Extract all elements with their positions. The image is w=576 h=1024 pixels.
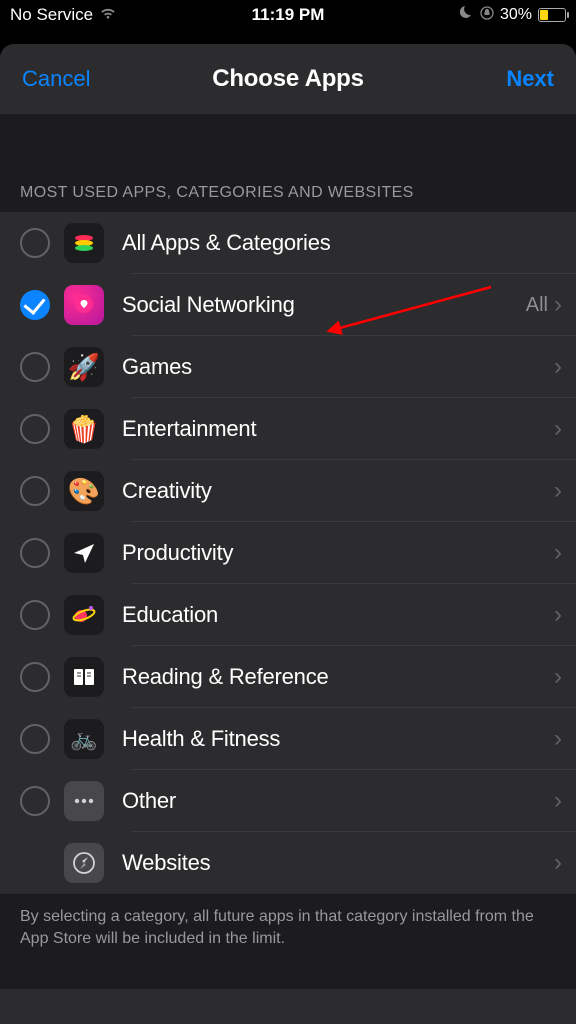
chevron-right-icon: › [554, 415, 562, 443]
section-header: MOST USED APPS, CATEGORIES AND WEBSITES [0, 170, 576, 212]
row-games[interactable]: 🚀 Games › [0, 336, 576, 398]
chevron-right-icon: › [554, 539, 562, 567]
row-productivity[interactable]: Productivity › [0, 522, 576, 584]
social-icon [64, 285, 104, 325]
header-gap [0, 114, 576, 170]
row-label: Productivity [122, 540, 554, 566]
chevron-right-icon: › [554, 787, 562, 815]
chevron-right-icon: › [554, 663, 562, 691]
radio-unchecked[interactable] [20, 538, 50, 568]
radio-unchecked[interactable] [20, 228, 50, 258]
row-label: Other [122, 788, 554, 814]
cancel-button[interactable]: Cancel [22, 66, 90, 92]
rocket-icon: 🚀 [64, 347, 104, 387]
row-all-apps[interactable]: All Apps & Categories [0, 212, 576, 274]
trail-all: All [526, 294, 548, 317]
palette-icon: 🎨 [64, 471, 104, 511]
radio-unchecked[interactable] [20, 600, 50, 630]
compass-icon [64, 843, 104, 883]
radio-unchecked[interactable] [20, 786, 50, 816]
row-label: Creativity [122, 478, 554, 504]
row-health[interactable]: 🚲 Health & Fitness › [0, 708, 576, 770]
row-reading[interactable]: Reading & Reference › [0, 646, 576, 708]
row-entertainment[interactable]: 🍿 Entertainment › [0, 398, 576, 460]
planet-icon [64, 595, 104, 635]
row-label: All Apps & Categories [122, 230, 562, 256]
row-label: Games [122, 354, 554, 380]
ellipsis-icon [64, 781, 104, 821]
footer-note: By selecting a category, all future apps… [0, 894, 576, 989]
radio-unchecked[interactable] [20, 414, 50, 444]
chevron-right-icon: › [554, 849, 562, 877]
row-education[interactable]: Education › [0, 584, 576, 646]
chevron-right-icon: › [554, 725, 562, 753]
radio-unchecked[interactable] [20, 724, 50, 754]
row-label: Social Networking [122, 292, 526, 318]
paperplane-icon [64, 533, 104, 573]
radio-checked[interactable] [20, 290, 50, 320]
popcorn-icon: 🍿 [64, 409, 104, 449]
row-label: Health & Fitness [122, 726, 554, 752]
chevron-right-icon: › [554, 601, 562, 629]
row-label: Reading & Reference [122, 664, 554, 690]
row-other[interactable]: Other › [0, 770, 576, 832]
radio-spacer [20, 848, 50, 878]
row-social-networking[interactable]: Social Networking All › [0, 274, 576, 336]
row-label: Entertainment [122, 416, 554, 442]
bike-icon: 🚲 [64, 719, 104, 759]
radio-unchecked[interactable] [20, 352, 50, 382]
clock: 11:19 PM [0, 5, 576, 25]
chevron-right-icon: › [554, 477, 562, 505]
status-bar: No Service 11:19 PM 30% [0, 0, 576, 30]
chevron-right-icon: › [554, 353, 562, 381]
row-websites[interactable]: Websites › [0, 832, 576, 894]
row-label: Websites [122, 850, 554, 876]
radio-unchecked[interactable] [20, 662, 50, 692]
radio-unchecked[interactable] [20, 476, 50, 506]
chevron-right-icon: › [554, 291, 562, 319]
book-icon [64, 657, 104, 697]
row-creativity[interactable]: 🎨 Creativity › [0, 460, 576, 522]
modal-sheet: Cancel Choose Apps Next MOST USED APPS, … [0, 44, 576, 1024]
row-label: Education [122, 602, 554, 628]
sheet-header: Cancel Choose Apps Next [0, 44, 576, 114]
next-button[interactable]: Next [506, 66, 554, 92]
category-list: All Apps & Categories Social Networking … [0, 212, 576, 894]
stack-icon [64, 223, 104, 263]
battery-icon [538, 8, 566, 22]
